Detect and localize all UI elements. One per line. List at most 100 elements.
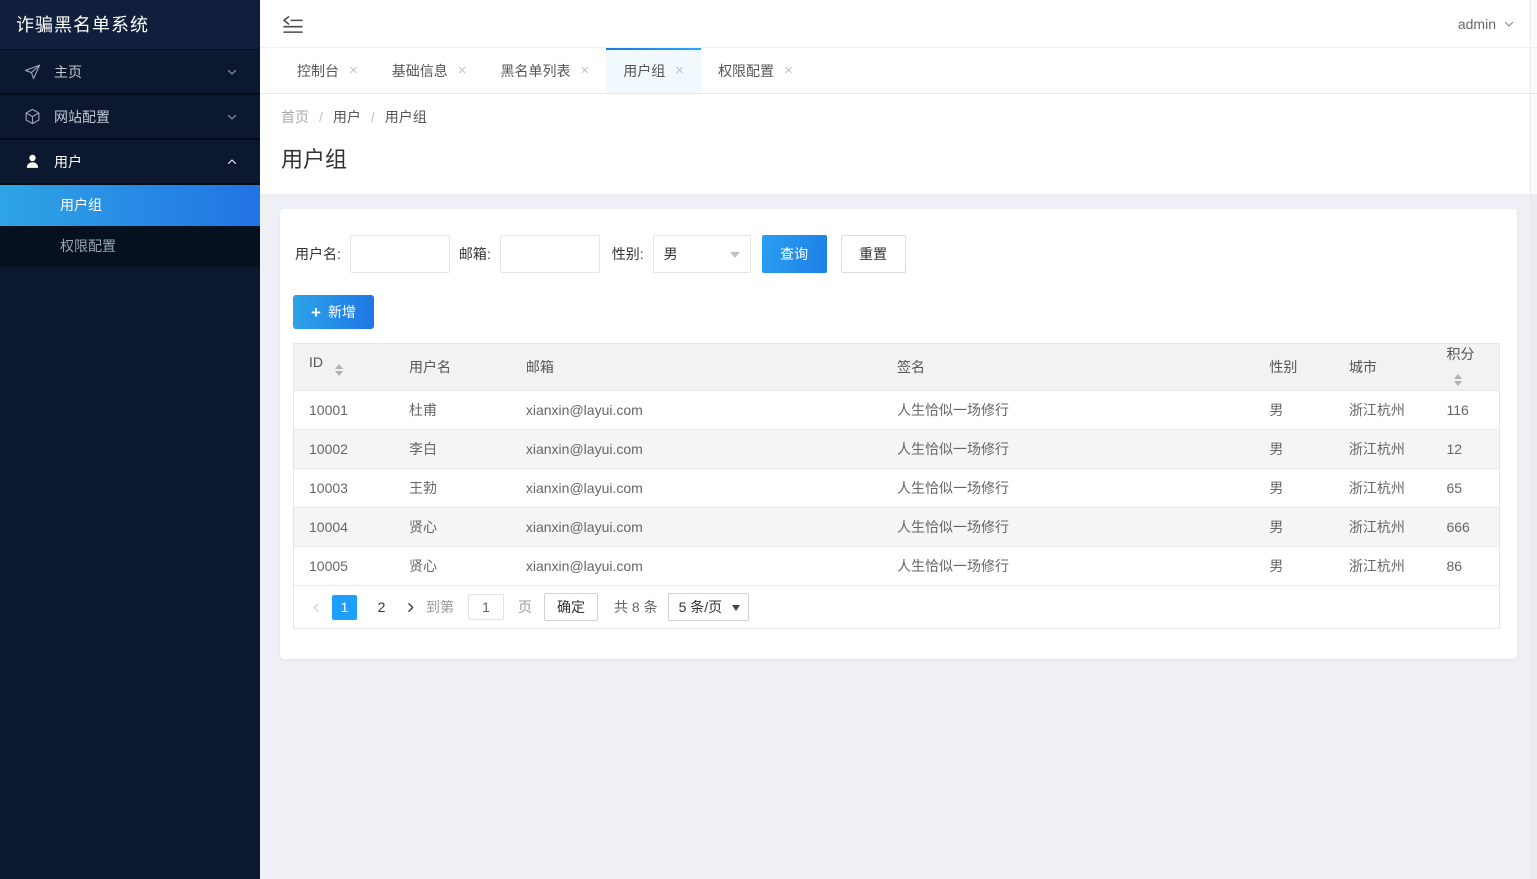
table-row[interactable]: 10004 贤心 xianxin@layui.com 人生恰似一场修行 男 浙江杭州 666 xyxy=(294,507,1499,547)
next-page-icon[interactable] xyxy=(400,595,420,620)
table-cell: xianxin@layui.com xyxy=(525,519,643,535)
main-area: admin 控制台 × 基础信息 × 黑名单列表 × 用户组 × 权限配置 × … xyxy=(260,0,1537,879)
column-header-gender: 性别 xyxy=(1254,344,1334,391)
goto-page-input[interactable] xyxy=(468,594,504,620)
sidebar-item-label: 主页 xyxy=(54,63,82,80)
table-cell: 116 xyxy=(1446,402,1469,418)
table-cell: 王勃 xyxy=(409,480,437,496)
add-button[interactable]: + 新增 xyxy=(293,295,374,329)
email-label: 邮箱: xyxy=(458,246,491,262)
tab-console[interactable]: 控制台 × xyxy=(280,48,375,93)
sidebar-item-label: 用户 xyxy=(54,153,82,170)
total-count-label: 共 8 条 xyxy=(614,599,658,615)
column-header-score[interactable]: 积分 xyxy=(1431,344,1499,391)
data-table: ID 用户名 邮箱 签名 性别 城市 积分 10001 杜甫 xianxin@l… xyxy=(293,343,1500,629)
column-label: 签名 xyxy=(897,359,926,375)
table-cell: 贤心 xyxy=(409,558,437,574)
prev-page-icon[interactable] xyxy=(306,595,326,620)
chevron-down-icon xyxy=(1503,18,1515,30)
column-header-signature: 签名 xyxy=(882,344,1255,391)
cube-icon xyxy=(24,108,41,125)
sort-icon[interactable] xyxy=(1454,370,1463,390)
column-header-id[interactable]: ID xyxy=(294,344,394,391)
table-cell: xianxin@layui.com xyxy=(525,480,643,496)
gender-label: 性别: xyxy=(611,246,644,262)
table-cell: 10004 xyxy=(309,519,348,535)
page-size-value: 5 条/页 xyxy=(678,599,723,615)
username: admin xyxy=(1457,15,1496,32)
sidebar-item-label: 网站配置 xyxy=(54,108,110,125)
email-input[interactable] xyxy=(499,235,600,273)
goto-label: 到第 xyxy=(426,599,454,615)
table-cell: 贤心 xyxy=(409,519,437,535)
sidebar-item-user[interactable]: 用户 xyxy=(0,140,260,185)
tab-close-icon[interactable]: × xyxy=(784,63,793,78)
app-root: 诈骗黑名单系统 主页 网站配置 用户 用户组 权限配置 admin 控制台 × … xyxy=(0,0,1537,879)
breadcrumb-separator: / xyxy=(370,109,375,125)
tab-label: 基础信息 xyxy=(391,62,448,79)
table-cell: 浙江杭州 xyxy=(1348,480,1405,496)
breadcrumb: 首页 / 用户 / 用户组 xyxy=(281,107,1516,127)
tab-basic-info[interactable]: 基础信息 × xyxy=(375,48,484,93)
table-cell: 人生恰似一场修行 xyxy=(897,441,1010,457)
page-header: 首页 / 用户 / 用户组 用户组 xyxy=(260,94,1537,194)
table-row[interactable]: 10001 杜甫 xianxin@layui.com 人生恰似一场修行 男 浙江杭州 116 xyxy=(294,390,1499,430)
tab-close-icon[interactable]: × xyxy=(675,63,684,78)
sort-icon[interactable] xyxy=(334,360,343,380)
window-scrollbar[interactable] xyxy=(1530,0,1537,879)
chevron-up-icon xyxy=(226,156,238,168)
filter-form: 用户名: 邮箱: 性别: 男 查询 重置 xyxy=(293,235,1500,273)
table-cell: xianxin@layui.com xyxy=(525,558,643,574)
tab-blacklist[interactable]: 黑名单列表 × xyxy=(484,48,607,93)
table-row[interactable]: 10003 王勃 xianxin@layui.com 人生恰似一场修行 男 浙江杭州 65 xyxy=(294,468,1499,508)
table-cell: 浙江杭州 xyxy=(1348,558,1405,574)
user-menu[interactable]: admin xyxy=(1458,16,1515,32)
column-label: 邮箱 xyxy=(525,359,554,375)
pagination: 1 2 到第 页 确定 共 8 条 5 条/页 xyxy=(294,586,1499,628)
search-button[interactable]: 查询 xyxy=(761,235,827,273)
tab-close-icon[interactable]: × xyxy=(458,63,467,78)
column-label: 积分 xyxy=(1446,346,1475,362)
table-cell: 人生恰似一场修行 xyxy=(897,480,1010,496)
page-number-1[interactable]: 1 xyxy=(332,594,357,620)
column-label: 用户名 xyxy=(409,359,451,375)
sidebar-collapse-icon[interactable] xyxy=(282,15,304,33)
page-number-2[interactable]: 2 xyxy=(369,595,394,620)
sidebar-item-site-config[interactable]: 网站配置 xyxy=(0,95,260,140)
table-cell: 12 xyxy=(1446,441,1463,457)
column-label: ID xyxy=(309,354,323,370)
table-row[interactable]: 10005 贤心 xianxin@layui.com 人生恰似一场修行 男 浙江杭州 86 xyxy=(294,546,1499,586)
table-cell: xianxin@layui.com xyxy=(525,441,643,457)
tab-close-icon[interactable]: × xyxy=(349,63,358,78)
breadcrumb-separator: / xyxy=(319,109,323,125)
table-cell: 86 xyxy=(1446,558,1463,574)
table-cell: 666 xyxy=(1446,519,1470,535)
breadcrumb-user: 用户 xyxy=(332,109,361,125)
confirm-button[interactable]: 确定 xyxy=(544,593,598,621)
reset-button[interactable]: 重置 xyxy=(840,235,906,273)
tab-user-group[interactable]: 用户组 × xyxy=(606,48,702,93)
table-cell: 人生恰似一场修行 xyxy=(897,402,1010,418)
gender-select[interactable]: 男 xyxy=(652,235,751,273)
sidebar-item-permission-config[interactable]: 权限配置 xyxy=(0,226,260,267)
send-icon xyxy=(24,63,41,80)
username-input[interactable] xyxy=(349,235,450,273)
tab-close-icon[interactable]: × xyxy=(581,63,590,78)
column-header-email: 邮箱 xyxy=(510,344,883,391)
tab-bar: 控制台 × 基础信息 × 黑名单列表 × 用户组 × 权限配置 × xyxy=(260,48,1537,94)
table-cell: 浙江杭州 xyxy=(1348,441,1405,457)
tab-label: 控制台 xyxy=(297,62,339,79)
breadcrumb-home[interactable]: 首页 xyxy=(281,107,309,127)
tab-permission-config[interactable]: 权限配置 × xyxy=(701,48,810,93)
table-cell: 人生恰似一场修行 xyxy=(897,558,1010,574)
table-cell: 10001 xyxy=(309,402,348,418)
column-label: 城市 xyxy=(1348,359,1377,375)
column-header-username: 用户名 xyxy=(394,344,511,391)
sidebar-item-home[interactable]: 主页 xyxy=(0,50,260,95)
table-row[interactable]: 10002 李白 xianxin@layui.com 人生恰似一场修行 男 浙江杭州 12 xyxy=(294,429,1499,469)
sidebar-item-user-group[interactable]: 用户组 xyxy=(0,185,260,226)
table-cell: 男 xyxy=(1269,519,1284,535)
gender-select-value: 男 xyxy=(663,246,678,262)
page-size-select[interactable]: 5 条/页 xyxy=(667,593,750,621)
content-card: 用户名: 邮箱: 性别: 男 查询 重置 + 新增 ID 用户名 邮箱 签名 性… xyxy=(280,209,1517,659)
